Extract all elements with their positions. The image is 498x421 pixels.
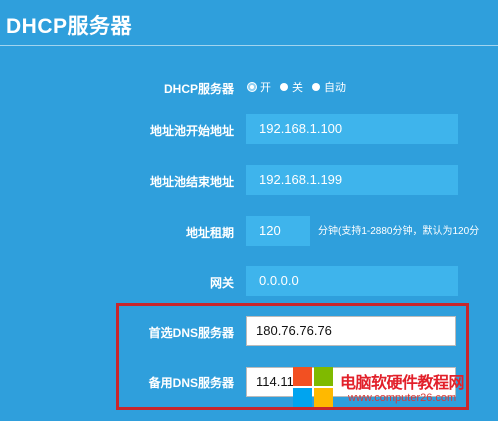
radio-selected-icon bbox=[248, 83, 256, 91]
lease-label: 地址租期 bbox=[185, 226, 234, 240]
lease-hint: 分钟(支持1-2880分钟，默认为120分 bbox=[318, 226, 480, 237]
page-title: DHCP服务器 bbox=[6, 15, 133, 38]
pool-end-input[interactable]: 192.168.1.199 bbox=[246, 165, 458, 195]
gateway-label: 网关 bbox=[209, 276, 234, 290]
dhcp-off-radio[interactable]: 关 bbox=[280, 79, 303, 95]
lease-input[interactable]: 120 bbox=[246, 216, 310, 246]
dhcp-mode-radio-group: 开 关 自动 bbox=[248, 79, 355, 95]
title-divider bbox=[0, 45, 498, 46]
site-watermark: 电脑软硬件教程网 www.computer26.com bbox=[293, 365, 498, 413]
dhcp-server-label: DHCP服务器 bbox=[163, 82, 234, 96]
radio-unselected-icon bbox=[312, 83, 320, 91]
dhcp-auto-radio[interactable]: 自动 bbox=[312, 79, 346, 95]
gateway-input[interactable]: 0.0.0.0 bbox=[246, 266, 458, 296]
pool-start-label: 地址池开始地址 bbox=[149, 124, 234, 138]
dhcp-on-label: 开 bbox=[260, 82, 271, 94]
dhcp-auto-label: 自动 bbox=[324, 82, 346, 94]
pool-start-input[interactable]: 192.168.1.100 bbox=[246, 114, 458, 144]
radio-unselected-icon bbox=[280, 83, 288, 91]
dhcp-off-label: 关 bbox=[292, 82, 303, 94]
pool-end-label: 地址池结束地址 bbox=[149, 175, 234, 189]
watermark-title: 电脑软硬件教程网 bbox=[340, 375, 465, 392]
dhcp-on-radio[interactable]: 开 bbox=[248, 79, 271, 95]
watermark-url: www.computer26.com bbox=[348, 392, 457, 404]
windows-logo-icon bbox=[293, 367, 335, 409]
